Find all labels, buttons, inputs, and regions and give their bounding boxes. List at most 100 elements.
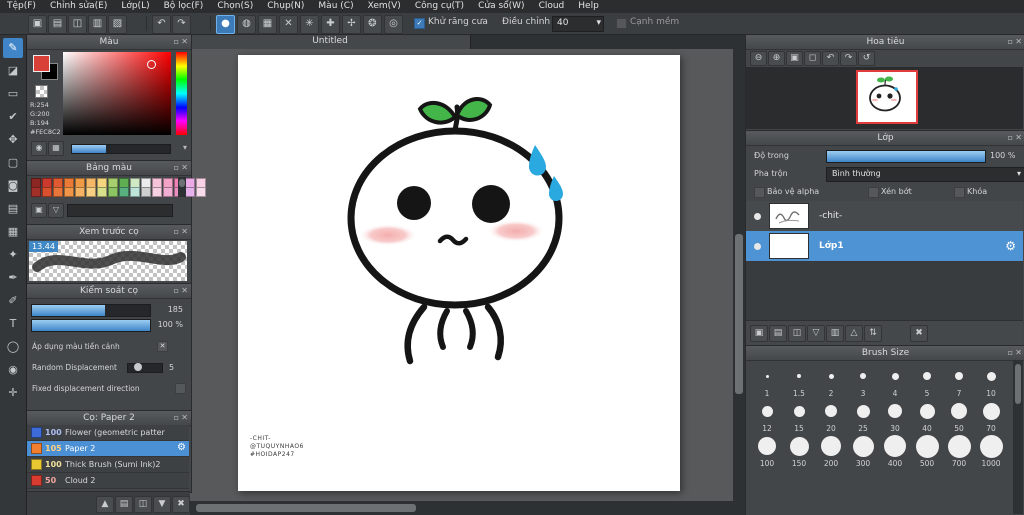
brush-size-option[interactable]: 1.5 [784, 364, 814, 398]
random-displacement-slider[interactable] [127, 363, 163, 373]
color-slider[interactable] [71, 144, 171, 154]
brush-list-header[interactable]: Cọ: Paper 2 ▫ ✕ [27, 411, 191, 426]
transparent-color-swatch[interactable] [35, 85, 48, 98]
brush-size-option[interactable]: 5 [912, 364, 942, 398]
brush-list-item[interactable]: 105 Paper 2 ⚙ [27, 441, 189, 457]
foreground-color-swatch[interactable] [33, 55, 50, 72]
color-grid-icon[interactable]: ▦ [48, 141, 64, 156]
brush-size-slider[interactable] [31, 304, 151, 317]
reorder-icon[interactable]: ⇅ [864, 325, 882, 342]
palette-swatch[interactable] [196, 187, 206, 197]
layer-settings-gear-icon[interactable]: ⚙ [1005, 239, 1016, 253]
saturation-value-picker[interactable] [63, 52, 171, 135]
layer-row[interactable]: Lớp1 ⚙ [746, 231, 1023, 262]
export-icon[interactable]: ▥ [88, 15, 107, 34]
menu-xem-v[interactable]: Xem(V) [361, 0, 408, 13]
zoom-100-icon[interactable]: ◻ [804, 51, 821, 66]
adjust-combobox[interactable]: 40 ▾ [552, 16, 604, 32]
layer-row[interactable]: -chit- [746, 201, 1023, 232]
brush-size-option[interactable]: 20 [816, 399, 846, 433]
brush-size-option[interactable]: 70 [976, 399, 1006, 433]
brush-size-option[interactable]: 1000 [976, 434, 1006, 468]
brush-list-item[interactable]: 100 Thick Brush (Sumi Ink)2 [27, 457, 189, 473]
close-icon[interactable]: ✕ [181, 225, 188, 239]
palette-name-input[interactable] [67, 204, 173, 217]
canvas-page[interactable]: -CHIT- @TUQUYNHAO6 #HOIDAP247 [238, 55, 680, 491]
palette-swatch[interactable] [152, 187, 162, 197]
palette-swatch[interactable] [31, 187, 41, 197]
popout-icon[interactable]: ▫ [1008, 346, 1013, 360]
duplicate-layer-icon[interactable]: ◫ [788, 325, 806, 342]
zoom-fit-icon[interactable]: ▣ [786, 51, 803, 66]
auto-select-tool[interactable]: ▦ [3, 222, 23, 242]
brush-size-header[interactable]: Brush Size ▫ ✕ [746, 346, 1024, 361]
zoom-in-icon[interactable]: ⊕ [768, 51, 785, 66]
reset-view-icon[interactable]: ↺ [858, 51, 875, 66]
transform-tool[interactable]: ▢ [3, 153, 23, 173]
menu-help[interactable]: Help [571, 0, 606, 13]
gradient-tool[interactable]: ▤ [3, 199, 23, 219]
brush-tool[interactable]: ✎ [3, 38, 23, 58]
brush-size-option[interactable]: 4 [880, 364, 910, 398]
palette-swatch[interactable] [108, 187, 118, 197]
brush-opacity-slider[interactable] [31, 319, 151, 332]
canvas-vertical-scrollbar[interactable] [733, 34, 745, 501]
add-color-icon[interactable]: ▣ [31, 203, 47, 218]
layer-visibility-dot[interactable] [754, 242, 761, 250]
snap-radial-icon[interactable]: ❂ [363, 15, 382, 34]
blend-mode-select[interactable]: Bình thường ▾ [826, 167, 1024, 182]
brush-size-option[interactable]: 50 [944, 399, 974, 433]
move-up-icon[interactable]: △ [845, 325, 863, 342]
palette-panel-header[interactable]: Bảng màu ▫ ✕ [27, 161, 191, 176]
pen-tool[interactable]: ✒ [3, 268, 23, 288]
redo-icon[interactable]: ↷ [172, 15, 191, 34]
zoom-out-icon[interactable]: ⊖ [750, 51, 767, 66]
palette-swatch[interactable] [97, 187, 107, 197]
brush-list-item[interactable]: 100 Flower (geometric patter [27, 425, 189, 441]
palette-swatch[interactable] [42, 187, 52, 197]
close-icon[interactable]: ✕ [181, 284, 188, 298]
layers-panel-header[interactable]: Lớp ▫ ✕ [746, 131, 1024, 146]
clipping-checkbox[interactable] [868, 187, 879, 198]
add-layer-icon[interactable]: ▣ [750, 325, 768, 342]
popout-icon[interactable]: ▫ [174, 35, 179, 49]
eraser-tool[interactable]: ◪ [3, 61, 23, 81]
snap-cross-icon[interactable]: ✚ [321, 15, 340, 34]
undo-icon[interactable]: ↶ [152, 15, 171, 34]
navigator-thumbnail[interactable] [856, 70, 918, 124]
brush-size-option[interactable]: 30 [880, 399, 910, 433]
delete-layer-icon[interactable]: ✖ [910, 325, 928, 342]
close-icon[interactable]: ✕ [181, 161, 188, 175]
close-icon[interactable]: ✕ [1015, 346, 1022, 360]
move-tool[interactable]: ✥ [3, 130, 23, 150]
menu-t-p-f[interactable]: Tệp(F) [0, 0, 43, 13]
layer-visibility-dot[interactable] [754, 212, 761, 220]
menu-ch-p-n[interactable]: Chụp(N) [260, 0, 311, 13]
brush-size-option[interactable]: 7 [944, 364, 974, 398]
merge-layer-icon[interactable]: ▥ [826, 325, 844, 342]
menu-cloud[interactable]: Cloud [532, 0, 572, 13]
snap-off-icon[interactable]: ✕ [279, 15, 298, 34]
vertical-scroll-thumb[interactable] [735, 234, 743, 394]
clipboard-icon[interactable]: ▧ [108, 15, 127, 34]
brush-tip-circle-icon[interactable]: ● [216, 15, 235, 34]
brush-size-option[interactable]: 12 [752, 399, 782, 433]
brush-folder-icon[interactable]: ▤ [115, 496, 133, 513]
horizontal-scroll-thumb[interactable] [196, 504, 416, 512]
canvas-tab[interactable]: Untitled [190, 34, 471, 49]
eyedropper-small-icon[interactable]: ◉ [31, 141, 47, 156]
delete-color-icon[interactable]: ▽ [48, 203, 64, 218]
lock-checkbox[interactable] [954, 187, 965, 198]
brush-size-option[interactable]: 3 [848, 364, 878, 398]
palette-swatch[interactable] [163, 187, 173, 197]
palette-swatch[interactable] [64, 187, 74, 197]
brush-preview-header[interactable]: Xem trước cọ ▫ ✕ [27, 225, 191, 240]
brush-size-option[interactable]: 200 [816, 434, 846, 468]
menu-l-p-l[interactable]: Lớp(L) [114, 0, 156, 13]
popout-icon[interactable]: ▫ [1008, 35, 1013, 49]
brush-size-option[interactable]: 700 [944, 434, 974, 468]
close-icon[interactable]: ✕ [181, 411, 188, 425]
brush-size-option[interactable]: 150 [784, 434, 814, 468]
eyedropper-tool[interactable]: ◉ [3, 360, 23, 380]
select-rect-tool[interactable]: ▭ [3, 84, 23, 104]
